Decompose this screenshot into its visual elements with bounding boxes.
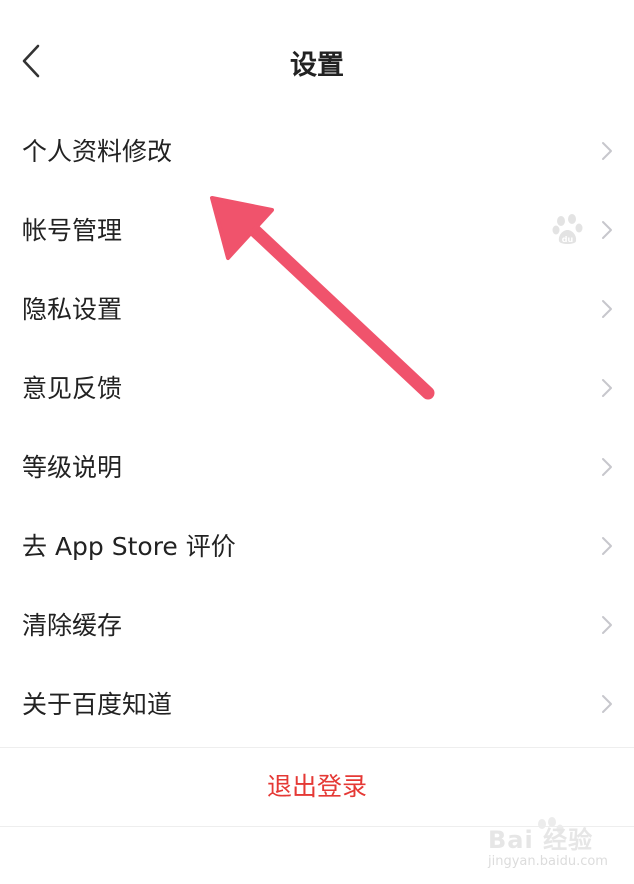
menu-item-clear-cache[interactable]: 清除缓存 [0, 586, 634, 665]
menu-item-level-description[interactable]: 等级说明 [0, 428, 634, 507]
chevron-right-icon [602, 221, 612, 239]
menu-item-label: 关于百度知道 [22, 690, 173, 719]
chevron-right-icon [602, 300, 612, 318]
chevron-right-icon [602, 616, 612, 634]
menu-item-label: 意见反馈 [22, 374, 123, 403]
menu-item-label: 去 App Store 评价 [22, 532, 236, 561]
menu-item-profile-edit[interactable]: 个人资料修改 [0, 112, 634, 191]
settings-menu: 个人资料修改 帐号管理 du 隐私设置 意见反馈 等级说明 去 App Stor… [0, 112, 634, 744]
menu-item-account-management[interactable]: 帐号管理 du [0, 191, 634, 270]
menu-item-rate-app-store[interactable]: 去 App Store 评价 [0, 507, 634, 586]
menu-item-label: 等级说明 [22, 453, 123, 482]
menu-item-about[interactable]: 关于百度知道 [0, 665, 634, 744]
watermark-url: jingyan.baidu.com [488, 854, 608, 869]
menu-item-label: 帐号管理 [22, 216, 123, 245]
chevron-right-icon [602, 537, 612, 555]
watermark: Bai 经验 jingyan.baidu.com [484, 814, 624, 878]
menu-item-label: 清除缓存 [22, 611, 123, 640]
chevron-right-icon [602, 142, 612, 160]
menu-item-label: 隐私设置 [22, 295, 123, 324]
chevron-right-icon [602, 379, 612, 397]
baidu-paw-icon: du [552, 214, 583, 244]
svg-text:du: du [562, 235, 574, 244]
watermark-brand: Bai 经验 [488, 826, 594, 854]
menu-item-label: 个人资料修改 [22, 137, 173, 166]
chevron-right-icon [602, 458, 612, 476]
navigation-bar: 设置 [0, 0, 634, 112]
page-title: 设置 [290, 50, 344, 81]
chevron-right-icon [602, 695, 612, 713]
menu-item-privacy-settings[interactable]: 隐私设置 [0, 270, 634, 349]
menu-item-feedback[interactable]: 意见反馈 [0, 349, 634, 428]
